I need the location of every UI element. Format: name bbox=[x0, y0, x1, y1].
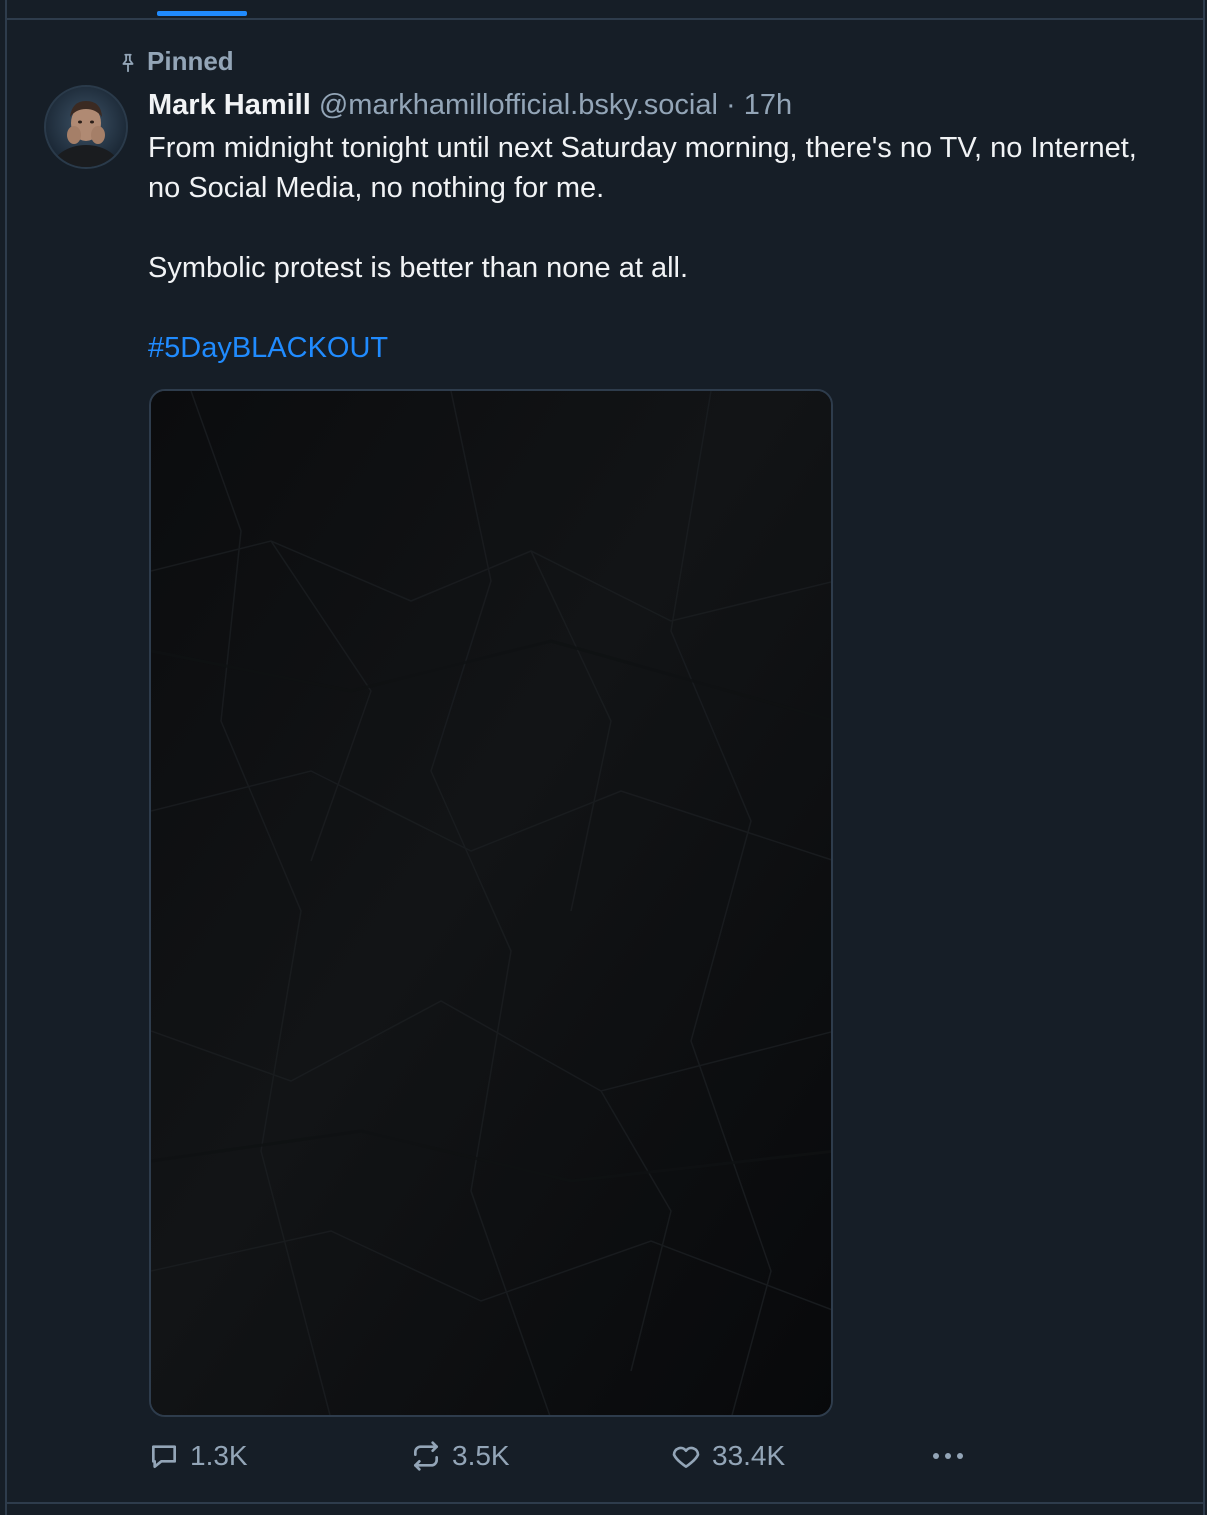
repost-icon bbox=[414, 1441, 438, 1471]
reply-count: 1.3K bbox=[190, 1440, 248, 1471]
more-options-button[interactable] bbox=[928, 1430, 968, 1482]
author-avatar[interactable] bbox=[44, 85, 128, 169]
hashtag-link[interactable]: #5DayBLACKOUT bbox=[148, 332, 388, 364]
meta-separator: · bbox=[725, 89, 736, 121]
author-display-name[interactable]: Mark Hamill bbox=[148, 89, 311, 121]
repost-count: 3.5K bbox=[452, 1440, 510, 1471]
active-tab-indicator bbox=[157, 11, 247, 16]
like-count: 33.4K bbox=[712, 1440, 786, 1471]
heart-icon bbox=[672, 1446, 700, 1468]
post-action-bar: 1.3K 3.5K 33.4K bbox=[148, 1430, 1048, 1482]
post-divider bbox=[7, 1502, 1203, 1504]
pinned-label-row: Pinned bbox=[117, 46, 234, 76]
post-meta: Mark Hamill @markhamillofficial.bsky.soc… bbox=[148, 86, 1168, 124]
post-content: Mark Hamill @markhamillofficial.bsky.soc… bbox=[148, 86, 1168, 368]
post-feed-panel: Pinned Mark Hamill @markhamillofficial.b… bbox=[5, 0, 1205, 1515]
post-text: From midnight tonight until next Saturda… bbox=[148, 128, 1168, 368]
author-handle[interactable]: @markhamillofficial.bsky.social bbox=[319, 89, 718, 121]
post-text-paragraph-2: Symbolic protest is better than none at … bbox=[148, 252, 689, 284]
reply-icon bbox=[152, 1445, 176, 1468]
repost-button[interactable]: 3.5K bbox=[410, 1430, 510, 1482]
crumpled-black-paper-image bbox=[151, 391, 831, 1415]
post-timestamp[interactable]: 17h bbox=[744, 89, 792, 121]
pinned-label: Pinned bbox=[147, 45, 234, 76]
post-text-paragraph-1: From midnight tonight until next Saturda… bbox=[148, 132, 1137, 204]
post-image[interactable] bbox=[149, 389, 833, 1417]
reply-button[interactable]: 1.3K bbox=[148, 1430, 248, 1482]
like-button[interactable]: 33.4K bbox=[670, 1430, 785, 1482]
feed-tab-strip bbox=[7, 0, 1203, 20]
pin-icon bbox=[117, 50, 139, 73]
ellipsis-icon bbox=[933, 1453, 963, 1459]
user-avatar-icon bbox=[46, 87, 126, 167]
